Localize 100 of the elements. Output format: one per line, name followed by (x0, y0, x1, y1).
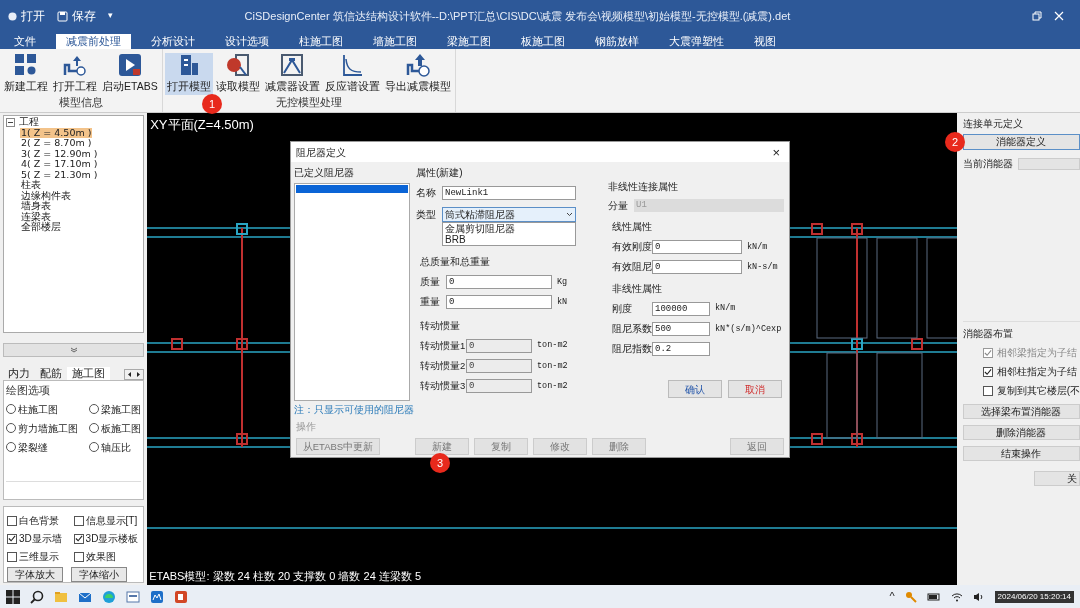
tree-item[interactable]: 墙身表 (20, 201, 52, 212)
radio-option[interactable]: 柱施工图 (6, 401, 78, 417)
checkbox[interactable] (73, 533, 84, 544)
tree-item[interactable]: 3( Z = 12.90m ) (20, 148, 99, 159)
ribbon-button[interactable]: 打开模型 (164, 53, 213, 95)
input-field[interactable]: 0 (446, 295, 552, 310)
dropdown-button[interactable]: ▾ (108, 9, 113, 23)
field-label: 刚度 (612, 301, 633, 316)
checkbox[interactable] (73, 515, 84, 526)
restore-icon[interactable] (1032, 11, 1042, 21)
current-field[interactable] (1017, 157, 1080, 170)
save-button[interactable]: 保存 (57, 7, 96, 25)
open-button[interactable]: 打开 (8, 7, 45, 25)
side-button[interactable]: 结束操作 (962, 446, 1080, 461)
menu-tab[interactable]: 大震弹塑性 (659, 34, 734, 49)
checkbox[interactable] (7, 533, 17, 544)
checkbox[interactable] (73, 551, 84, 562)
confirm-button[interactable]: 确认 (668, 380, 722, 399)
menu-tab[interactable]: 设计选项 (215, 34, 279, 49)
cancel-button[interactable]: 取消 (728, 380, 782, 399)
checkbox-option[interactable]: 3D显示楼板 (73, 531, 141, 546)
battery-icon[interactable] (926, 591, 941, 602)
menu-tab[interactable]: 减震前处理 (56, 34, 131, 49)
menu-tab[interactable]: 钢筋放样 (585, 34, 649, 49)
app-icon[interactable] (150, 589, 164, 604)
checkbox[interactable] (7, 515, 17, 526)
font-button[interactable]: 字体缩小 (71, 567, 127, 582)
menu-tab[interactable]: 分析设计 (141, 34, 205, 49)
wifi-icon[interactable] (950, 591, 963, 602)
input-field[interactable]: 0 (652, 240, 742, 255)
tree-item[interactable]: 工程 (18, 117, 40, 128)
checkbox-option[interactable]: 白色背景 (7, 513, 74, 528)
menu-tab[interactable]: 墙施工图 (363, 34, 427, 49)
menu-tab[interactable]: 文件 (4, 34, 46, 49)
define-button[interactable]: 消能器定义 (962, 134, 1080, 150)
input-field[interactable]: 500 (652, 321, 710, 336)
input-field[interactable]: 0 (652, 260, 742, 275)
tray-button[interactable]: ^ (889, 588, 895, 605)
input-field[interactable]: 100000 (652, 301, 710, 316)
tree-item[interactable]: 边缘构件表 (20, 190, 72, 201)
tab-scroller[interactable] (124, 369, 145, 381)
panel-tab[interactable]: 施工图 (67, 367, 110, 381)
search-icon[interactable] (30, 589, 44, 604)
close-button[interactable]: × (772, 145, 780, 159)
side-button[interactable]: 删除消能器 (962, 425, 1080, 440)
chart-icon (340, 53, 365, 77)
dropdown-option[interactable]: 金属剪切阻尼器 (443, 223, 575, 234)
browser-icon[interactable] (102, 589, 116, 604)
name-field[interactable]: NewLink1 (442, 185, 576, 200)
tree-item[interactable]: 2( Z = 8.70m ) (20, 138, 93, 149)
window-icon[interactable] (126, 589, 140, 604)
close-button[interactable]: 关 (1034, 471, 1080, 486)
tree-item[interactable]: 4( Z = 17.10m ) (20, 159, 99, 170)
menu-tab[interactable]: 梁施工图 (437, 34, 501, 49)
group-title: 总质量和总重量 (420, 255, 491, 269)
close-icon[interactable] (1054, 11, 1064, 21)
ribbon-button[interactable]: 导出减震模型 (382, 53, 453, 95)
ribbon-button[interactable]: 减震器设置 (262, 53, 322, 95)
radio-option[interactable]: 轴压比 (89, 439, 142, 455)
menu-tab[interactable]: 视图 (744, 34, 786, 49)
section-title: 消能器布置 (962, 327, 1014, 341)
speaker-icon[interactable] (972, 591, 985, 602)
ribbon-button[interactable]: 反应谱设置 (322, 53, 382, 95)
tree-item[interactable]: 5( Z = 21.30m ) (20, 169, 99, 180)
font-button[interactable]: 字体放大 (7, 567, 63, 582)
checkbox-option[interactable]: 相邻柱指定为子结 (962, 364, 1080, 379)
slides-icon[interactable] (174, 589, 188, 604)
type-dropdown[interactable]: 筒式粘滞阻尼器 (442, 207, 576, 222)
radio-option[interactable]: 梁裂缝 (6, 439, 78, 455)
frame-icon (280, 53, 305, 77)
checkbox-option[interactable]: 效果图 (73, 549, 141, 564)
tree-item[interactable]: 1( Z = 4.50m ) (20, 127, 93, 138)
menu-tab[interactable]: 柱施工图 (289, 34, 353, 49)
radio-option[interactable]: 剪力墙施工图 (6, 420, 78, 436)
field-label: 名称 (416, 186, 437, 200)
ribbon-button[interactable]: 打开工程 (51, 53, 99, 95)
input-field[interactable]: 0 (446, 275, 552, 290)
tree-item[interactable]: 连梁表 (20, 211, 52, 222)
ribbon-button[interactable]: 启动ETABS (100, 53, 160, 95)
section-title: 属性(新建) (416, 166, 464, 180)
side-button[interactable]: 选择梁布置消能器 (962, 404, 1080, 419)
checkbox[interactable] (982, 385, 993, 396)
unit-label: kN/m (747, 240, 768, 254)
tree-item[interactable]: 全部楼层 (20, 222, 62, 233)
radio-option[interactable]: 板施工图 (89, 420, 142, 436)
checkbox-option[interactable]: 信息显示[T] (73, 513, 141, 528)
input-field[interactable]: 0.2 (652, 342, 710, 357)
expander-icon[interactable] (6, 117, 15, 127)
ribbon-button[interactable]: 新建工程 (2, 53, 50, 95)
dropdown-option[interactable]: BRB (443, 234, 575, 245)
start-icon[interactable] (6, 589, 20, 604)
radio-option[interactable]: 梁施工图 (89, 401, 142, 417)
menu-tab[interactable]: 板施工图 (511, 34, 575, 49)
checkbox-option[interactable]: 3D显示墙 (7, 531, 74, 546)
ribbon-button[interactable]: 读取模型 (213, 53, 262, 95)
checkbox[interactable] (7, 551, 17, 562)
checkbox[interactable] (982, 366, 993, 377)
checkbox-option[interactable]: 三维显示 (7, 549, 74, 564)
tree-item[interactable]: 柱表 (20, 180, 42, 191)
checkbox-option[interactable]: 复制到其它楼层(不 (962, 383, 1080, 398)
